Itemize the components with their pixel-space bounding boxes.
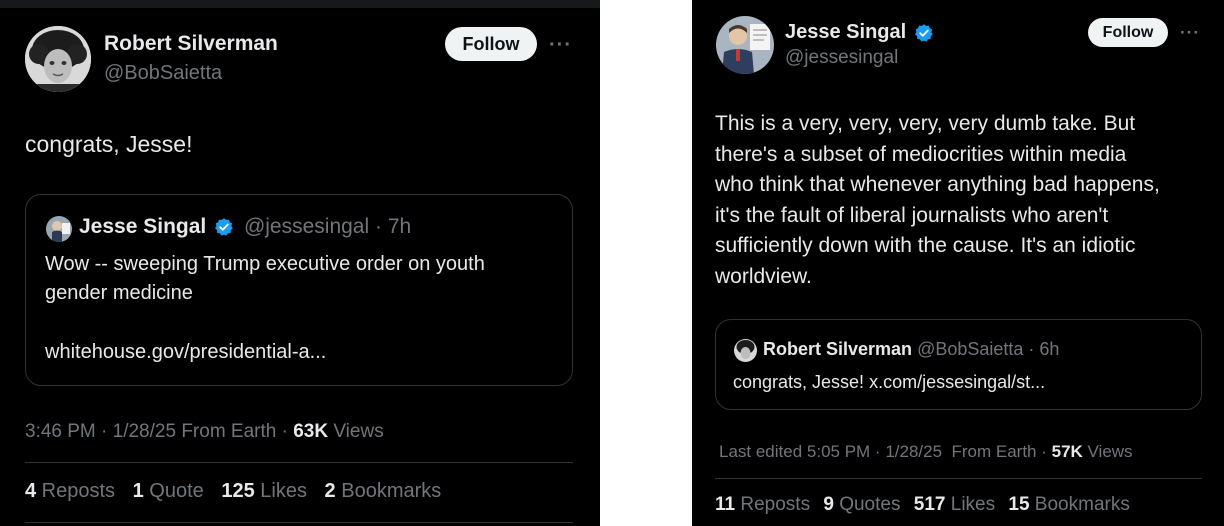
quoted-avatar-photo-icon (734, 339, 757, 362)
follow-button[interactable]: Follow (1088, 18, 1168, 47)
quoted-author-name: Robert Silverman (763, 339, 913, 359)
quoted-avatar (46, 216, 72, 242)
quoted-header: Jesse Singal @jessesingal · 7h (79, 215, 411, 239)
views-count: 63K (293, 421, 329, 442)
more-options-icon[interactable]: ··· (549, 35, 572, 55)
more-options-icon[interactable]: ··· (1180, 24, 1200, 41)
reposts-stat[interactable]: 4 Reposts (25, 480, 115, 502)
engagement-stats: 11 Reposts 9 Quotes 517 Likes 15 Bookmar… (715, 494, 1142, 516)
quoted-time: · 7h (375, 215, 412, 238)
author-name-row: Jesse Singal (785, 21, 934, 44)
tweet-text-line: it's the fault of liberal journalists wh… (715, 203, 1109, 227)
divider (25, 462, 573, 463)
verified-badge-icon (215, 218, 233, 237)
author-name[interactable]: Jesse Singal (785, 21, 906, 43)
quotes-stat[interactable]: 1 Quote (133, 480, 204, 502)
quoted-avatar (734, 339, 757, 362)
avatar[interactable] (716, 16, 774, 74)
quoted-link[interactable]: whitehouse.gov/presidential-a... (45, 341, 326, 364)
quoted-text-line-2: gender medicine (45, 282, 193, 304)
quotes-stat[interactable]: 9 Quotes (823, 494, 900, 515)
quoted-author-handle: @BobSaietta (917, 339, 1024, 359)
views-count: 57K (1051, 442, 1083, 461)
quoted-author-name: Jesse Singal (79, 215, 207, 238)
timestamp[interactable]: 3:46 PM · 1/28/25 From Earth · (25, 421, 293, 442)
avatar-photo-icon (25, 26, 91, 92)
divider-bottom (25, 522, 573, 523)
author-handle[interactable]: @jessesingal (785, 47, 898, 69)
follow-button[interactable]: Follow (445, 27, 537, 61)
quoted-header: Robert Silverman @BobSaietta · 6h (763, 339, 1059, 360)
tweet-text: This is a very, very, very, very dumb ta… (715, 109, 1160, 292)
divider (715, 478, 1202, 479)
tweet-text: congrats, Jesse! (25, 131, 193, 157)
verified-badge-icon (914, 23, 933, 42)
tweet-panel-left: Robert Silverman @BobSaietta Follow ··· … (0, 0, 600, 526)
avatar[interactable] (25, 26, 91, 92)
tweet-text-line: who think that whenever anything bad hap… (715, 173, 1160, 196)
author-name[interactable]: Robert Silverman (104, 32, 278, 56)
quoted-tweet[interactable]: Jesse Singal @jessesingal · 7h Wow -- sw… (25, 194, 573, 386)
quoted-time: · 6h (1028, 339, 1060, 359)
quoted-avatar-photo-icon (46, 216, 72, 242)
quoted-text-line-1: Wow -- sweeping Trump executive order on… (45, 253, 485, 275)
tweet-text-line: sufficiently down with the cause. It's a… (715, 234, 1136, 257)
quoted-text: congrats, Jesse! x.com/jessesingal/st... (733, 372, 1046, 392)
timestamp[interactable]: Last edited 5:05 PM · 1/28/25 From Earth… (719, 442, 1052, 461)
reposts-stat[interactable]: 11 Reposts (715, 494, 810, 515)
views-label: Views (1082, 442, 1133, 461)
author-handle[interactable]: @BobSaietta (104, 62, 222, 85)
tweet-text-line: This is a very, very, very, very dumb ta… (715, 112, 1136, 135)
tweet-text-line: worldview. (715, 264, 812, 288)
likes-stat[interactable]: 125 Likes (221, 480, 307, 502)
quoted-tweet[interactable]: Robert Silverman @BobSaietta · 6h congra… (715, 319, 1202, 410)
tweet-panel-right: Jesse Singal @jessesingal Follow ··· Thi… (692, 0, 1224, 526)
engagement-stats: 4 Reposts 1 Quote 125 Likes 2 Bookmarks (25, 480, 453, 503)
bookmarks-stat[interactable]: 2 Bookmarks (325, 480, 442, 502)
top-strip (0, 0, 600, 8)
avatar-photo-icon (716, 16, 774, 74)
likes-stat[interactable]: 517 Likes (914, 494, 995, 515)
tweet-meta: 3:46 PM · 1/28/25 From Earth · 63K Views (25, 421, 384, 443)
tweet-text-line: there's a subset of mediocrities within … (715, 142, 1127, 166)
quoted-author-handle: @jessesingal (243, 215, 370, 238)
views-label: Views (328, 421, 384, 442)
tweet-meta: Last edited 5:05 PM · 1/28/25 From Earth… (719, 442, 1133, 462)
bookmarks-stat[interactable]: 15 Bookmarks (1008, 494, 1129, 515)
